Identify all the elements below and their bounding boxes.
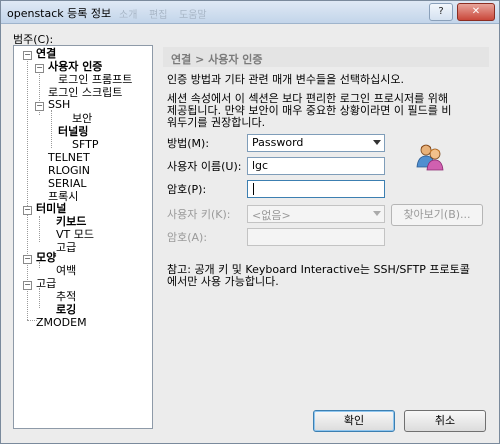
collapse-icon[interactable]: −: [23, 255, 32, 264]
tree-item-tunneling[interactable]: 터널링: [58, 126, 88, 138]
collapse-icon[interactable]: −: [23, 206, 32, 215]
ghost-tab: 편집: [149, 10, 168, 21]
password-field[interactable]: [247, 180, 385, 198]
tree-item-advanced[interactable]: 고급: [36, 278, 56, 290]
tree-item-telnet[interactable]: TELNET: [48, 152, 90, 164]
collapse-icon[interactable]: −: [23, 51, 32, 60]
tree-item-appearance[interactable]: 모양: [36, 252, 56, 264]
category-tree[interactable]: − 연결 − 사용자 인증 로그인 프롬프트 로그인 스크립트 − SSH 보안…: [13, 45, 153, 429]
method-label: 방법(M):: [167, 137, 210, 150]
tree-item-auth[interactable]: 사용자 인증: [48, 61, 102, 73]
ghost-tab: 도움말: [179, 10, 207, 21]
users-icon: [415, 141, 445, 171]
passphrase-label: 암호(A):: [167, 231, 208, 244]
tree-item-login-prompt[interactable]: 로그인 프롬프트: [58, 74, 132, 86]
tree-line: [39, 288, 40, 308]
ghost-tab: 소개: [119, 10, 138, 21]
passphrase-field[interactable]: [247, 228, 385, 246]
intro-text: 인증 방법과 기타 관련 매개 변수들을 선택하십시오.: [167, 73, 404, 86]
tree-line: [51, 110, 52, 148]
description-text: 워두기를 권장합니다.: [167, 116, 266, 129]
window-title: openstack 등록 정보: [7, 7, 112, 20]
tree-item-sftp[interactable]: SFTP: [72, 139, 98, 151]
userkey-value: <없음>: [252, 209, 291, 222]
tree-item-log[interactable]: 로깅: [56, 304, 76, 316]
tree-item-margin[interactable]: 여백: [56, 265, 76, 277]
close-button[interactable]: ✕: [457, 3, 495, 21]
tree-item-ssh[interactable]: SSH: [48, 99, 70, 111]
tree-item-connection[interactable]: 연결: [36, 48, 56, 60]
userkey-label: 사용자 키(K):: [167, 208, 231, 221]
method-select[interactable]: Password: [247, 134, 385, 152]
cancel-button[interactable]: 취소: [404, 410, 486, 432]
username-field[interactable]: lgc: [247, 157, 385, 175]
browse-button[interactable]: 찾아보기(B)...: [391, 204, 483, 226]
tree-item-security[interactable]: 보안: [72, 113, 92, 125]
breadcrumb: 연결 > 사용자 인증: [171, 53, 263, 66]
method-value: Password: [252, 136, 304, 149]
tree-item-advanced-term[interactable]: 고급: [56, 242, 76, 254]
tree-item-serial[interactable]: SERIAL: [48, 178, 86, 190]
username-label: 사용자 이름(U):: [167, 160, 242, 173]
ok-button[interactable]: 확인: [313, 410, 395, 432]
collapse-icon[interactable]: −: [35, 102, 44, 111]
properties-dialog: openstack 등록 정보 소개 편집 도움말 ? ✕ 범주(C): − 연…: [0, 0, 500, 444]
title-bar: openstack 등록 정보 소개 편집 도움말 ? ✕: [1, 1, 499, 24]
help-button[interactable]: ?: [429, 3, 453, 21]
userkey-select[interactable]: <없음>: [247, 205, 385, 223]
note-text: 에서만 사용 가능합니다.: [167, 275, 279, 288]
tree-item-terminal[interactable]: 터미널: [36, 203, 66, 215]
collapse-icon[interactable]: −: [35, 64, 44, 73]
tree-line: [39, 216, 40, 242]
collapse-icon[interactable]: −: [23, 281, 32, 290]
password-label: 암호(P):: [167, 183, 207, 196]
username-value: lgc: [252, 159, 269, 172]
tree-item-trace[interactable]: 추적: [56, 291, 76, 303]
tree-item-keyboard[interactable]: 키보드: [56, 216, 86, 228]
tree-item-vt-mode[interactable]: VT 모드: [56, 229, 94, 241]
chevron-down-icon: [373, 140, 381, 145]
panel-header: 연결 > 사용자 인증: [163, 47, 489, 67]
text-cursor: [253, 183, 254, 195]
chevron-down-icon: [373, 211, 381, 216]
tree-item-rlogin[interactable]: RLOGIN: [48, 165, 90, 177]
tree-item-zmodem[interactable]: ZMODEM: [36, 317, 87, 329]
